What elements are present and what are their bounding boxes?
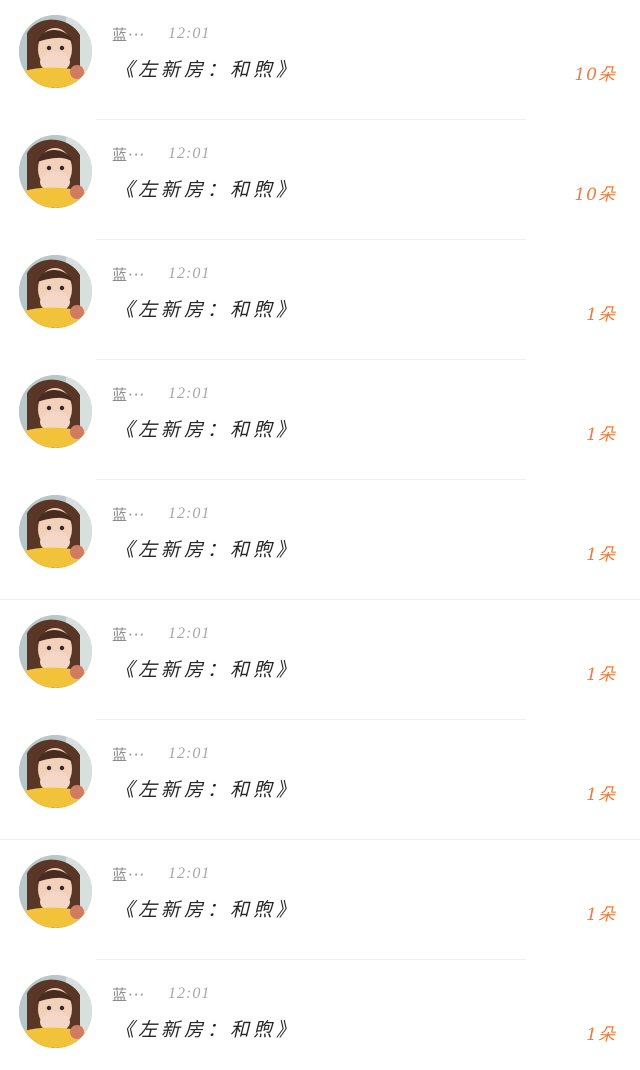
sender-name[interactable]: 蓝··· <box>112 744 154 765</box>
user-avatar[interactable] <box>19 375 92 448</box>
flower-count: 1朵 <box>586 1025 616 1045</box>
message-time: 12:01 <box>168 25 211 42</box>
user-avatar[interactable] <box>19 855 92 928</box>
message-meta: 蓝··· 12:01 <box>112 262 210 286</box>
gift-message: 《左新房：和煦》 <box>115 539 300 561</box>
sender-name[interactable]: 蓝··· <box>112 384 154 405</box>
avatar-photo-icon <box>19 375 92 448</box>
sender-name[interactable]: 蓝··· <box>112 984 154 1005</box>
list-item[interactable]: 蓝··· 12:01 《左新房：和煦》 1朵 <box>0 240 640 360</box>
user-avatar[interactable] <box>19 15 92 88</box>
gift-message: 《左新房：和煦》 <box>115 659 300 681</box>
flower-count: 10朵 <box>574 185 616 205</box>
gift-message: 《左新房：和煦》 <box>115 419 300 441</box>
list-item[interactable]: 蓝··· 12:01 《左新房：和煦》 1朵 <box>0 960 640 1070</box>
message-time: 12:01 <box>168 865 211 882</box>
flower-count: 10朵 <box>574 65 616 85</box>
list-item[interactable]: 蓝··· 12:01 《左新房：和煦》 1朵 <box>0 480 640 600</box>
list-item[interactable]: 蓝··· 12:01 《左新房：和煦》 1朵 <box>0 840 640 960</box>
list-item[interactable]: 蓝··· 12:01 《左新房：和煦》 10朵 <box>0 120 640 240</box>
message-meta: 蓝··· 12:01 <box>112 22 210 46</box>
message-meta: 蓝··· 12:01 <box>112 742 210 766</box>
message-time: 12:01 <box>168 265 211 282</box>
user-avatar[interactable] <box>19 615 92 688</box>
user-avatar[interactable] <box>19 495 92 568</box>
gift-message: 《左新房：和煦》 <box>115 299 300 321</box>
sender-name[interactable]: 蓝··· <box>112 24 154 45</box>
avatar-photo-icon <box>19 135 92 208</box>
flower-count: 1朵 <box>586 905 616 925</box>
user-avatar[interactable] <box>19 255 92 328</box>
message-meta: 蓝··· 12:01 <box>112 982 210 1006</box>
message-meta: 蓝··· 12:01 <box>112 502 210 526</box>
message-time: 12:01 <box>168 745 211 762</box>
user-avatar[interactable] <box>19 135 92 208</box>
message-time: 12:01 <box>168 505 211 522</box>
list-item[interactable]: 蓝··· 12:01 《左新房：和煦》 1朵 <box>0 720 640 840</box>
sender-name[interactable]: 蓝··· <box>112 264 154 285</box>
flower-count: 1朵 <box>586 665 616 685</box>
avatar-photo-icon <box>19 615 92 688</box>
gift-message: 《左新房：和煦》 <box>115 1019 300 1041</box>
list-item[interactable]: 蓝··· 12:01 《左新房：和煦》 1朵 <box>0 600 640 720</box>
avatar-photo-icon <box>19 255 92 328</box>
flower-count: 1朵 <box>586 545 616 565</box>
avatar-photo-icon <box>19 15 92 88</box>
gift-message: 《左新房：和煦》 <box>115 899 300 921</box>
gift-message: 《左新房：和煦》 <box>115 59 300 81</box>
message-meta: 蓝··· 12:01 <box>112 382 210 406</box>
gift-record-list: 蓝··· 12:01 《左新房：和煦》 10朵 蓝··· 12:01 《左新房：… <box>0 0 640 1070</box>
message-time: 12:01 <box>168 145 211 162</box>
flower-count: 1朵 <box>586 785 616 805</box>
user-avatar[interactable] <box>19 975 92 1048</box>
sender-name[interactable]: 蓝··· <box>112 504 154 525</box>
flower-count: 1朵 <box>586 425 616 445</box>
message-meta: 蓝··· 12:01 <box>112 862 210 886</box>
avatar-photo-icon <box>19 495 92 568</box>
avatar-photo-icon <box>19 975 92 1048</box>
message-meta: 蓝··· 12:01 <box>112 622 210 646</box>
message-meta: 蓝··· 12:01 <box>112 142 210 166</box>
sender-name[interactable]: 蓝··· <box>112 864 154 885</box>
sender-name[interactable]: 蓝··· <box>112 624 154 645</box>
message-time: 12:01 <box>168 385 211 402</box>
list-item[interactable]: 蓝··· 12:01 《左新房：和煦》 1朵 <box>0 360 640 480</box>
avatar-photo-icon <box>19 855 92 928</box>
avatar-photo-icon <box>19 735 92 808</box>
sender-name[interactable]: 蓝··· <box>112 144 154 165</box>
user-avatar[interactable] <box>19 735 92 808</box>
message-time: 12:01 <box>168 625 211 642</box>
gift-message: 《左新房：和煦》 <box>115 779 300 801</box>
flower-count: 1朵 <box>586 305 616 325</box>
list-item[interactable]: 蓝··· 12:01 《左新房：和煦》 10朵 <box>0 0 640 120</box>
message-time: 12:01 <box>168 985 211 1002</box>
gift-message: 《左新房：和煦》 <box>115 179 300 201</box>
